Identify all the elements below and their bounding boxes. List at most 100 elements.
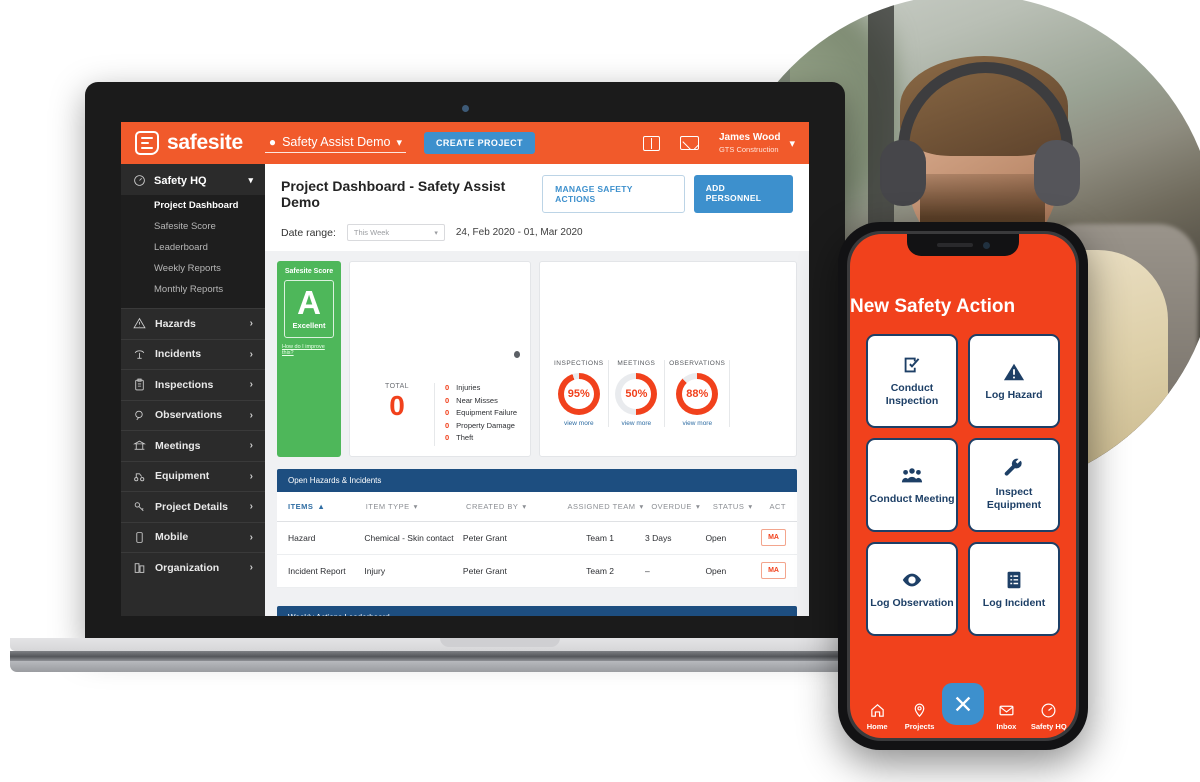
date-range-select[interactable]: This Week ▾ <box>346 224 445 241</box>
add-personnel-button[interactable]: ADD PERSONNEL <box>693 175 793 213</box>
sidebar-label: Observations <box>155 409 223 422</box>
leaderboard-panel: Weekly Actions Leaderboard View Full Lis… <box>277 605 797 616</box>
row-action-button[interactable]: MA <box>761 562 786 579</box>
main-content: Project Dashboard - Safety Assist Demo M… <box>265 164 809 616</box>
column-header-assigned-team[interactable]: ASSIGNED TEAM ▾ <box>560 502 651 511</box>
chevron-right-icon: › <box>249 440 253 452</box>
cell-overdue: – <box>645 565 650 576</box>
cell-status: Open <box>705 565 727 576</box>
leaderboard-title: Weekly Actions Leaderboard <box>277 605 797 616</box>
column-header-overdue[interactable]: OVERDUE ▾ <box>651 502 713 511</box>
view-more-link[interactable]: view more <box>554 420 604 427</box>
progress-ring: 50% <box>615 373 658 415</box>
summary-cards: Safesite Score A Excellent How do I impr… <box>265 251 809 457</box>
tile-label: Conduct Inspection <box>885 382 939 407</box>
sidebar-item-hazards[interactable]: Hazards › <box>121 308 265 339</box>
sidebar-item-meetings[interactable]: Meetings › <box>121 430 265 461</box>
check-square-icon <box>901 354 923 376</box>
nav-label: Inbox <box>996 722 1017 731</box>
view-more-link[interactable]: view more <box>669 420 725 427</box>
sidebar-label: Meetings <box>155 439 201 452</box>
close-action-button[interactable] <box>941 683 984 725</box>
column-header-item-type[interactable]: ITEM TYPE ▾ <box>366 502 466 511</box>
sidebar-item-equipment[interactable]: Equipment › <box>121 460 265 492</box>
mail-icon <box>986 701 1026 720</box>
table-row[interactable]: Hazard Chemical - Skin contact Peter Gra… <box>277 522 797 555</box>
cell-type: Injury <box>364 565 386 576</box>
sidebar-item-leaderboard[interactable]: Leaderboard <box>121 237 265 258</box>
info-icon[interactable] <box>513 350 520 358</box>
chevron-right-icon: › <box>249 379 253 391</box>
chevron-down-icon: ▾ <box>789 137 795 150</box>
sidebar-item-observations[interactable]: Observations › <box>121 399 265 431</box>
sidebar-item-organization[interactable]: Organization › <box>121 552 265 583</box>
score-improve-link[interactable]: How do I improve this? <box>282 344 336 356</box>
phone-device: New Safety Action Conduct Inspection Log… <box>838 222 1088 750</box>
safety-action-grid: Conduct Inspection Log Hazard Conduct Me… <box>850 318 1076 636</box>
nav-item-inbox[interactable]: Inbox <box>986 701 1026 731</box>
incident-label: Property Damage <box>456 420 515 430</box>
incident-summary-card: Incident Summary TOTAL 0 0 Injuries 0 Ne… <box>349 261 531 457</box>
nav-item-safety-hq[interactable]: Safety HQ <box>1029 701 1069 731</box>
column-header-items[interactable]: ITEMS ▲ <box>288 502 366 511</box>
create-project-button[interactable]: CREATE PROJECT <box>423 132 535 154</box>
cell-status: Open <box>705 532 727 543</box>
column-header-status[interactable]: STATUS ▾ <box>713 502 770 511</box>
manage-safety-actions-button[interactable]: MANAGE SAFETY ACTIONS <box>542 175 685 213</box>
sidebar-item-safesite-score[interactable]: Safesite Score <box>121 216 265 237</box>
warning-triangle-icon <box>133 317 146 330</box>
brand-logo[interactable]: safesite <box>135 131 243 155</box>
column-header-actions[interactable]: ACT <box>769 502 786 511</box>
sidebar-item-inspections[interactable]: Inspections › <box>121 369 265 400</box>
date-range-select-value: This Week <box>353 228 390 237</box>
nav-item-projects[interactable]: Projects <box>900 701 940 731</box>
safesite-score-card[interactable]: Safesite Score A Excellent How do I impr… <box>277 261 341 457</box>
view-more-link[interactable]: view more <box>613 420 661 427</box>
chevron-right-icon: › <box>249 531 253 543</box>
mail-icon[interactable] <box>679 136 699 150</box>
metric-value: 88% <box>686 388 709 400</box>
sidebar-label: Inspections <box>155 378 214 391</box>
tile-conduct-inspection[interactable]: Conduct Inspection <box>866 334 958 428</box>
sidebar-item-incidents[interactable]: Incidents › <box>121 338 265 370</box>
table-row[interactable]: Incident Report Injury Peter Grant Team … <box>277 555 797 588</box>
nav-item-home[interactable]: Home <box>857 701 897 731</box>
nav-label: Projects <box>904 722 935 731</box>
column-header-created-by[interactable]: CREATED BY ▾ <box>466 502 560 511</box>
user-name: James Wood <box>718 132 781 144</box>
cell-team: Team 1 <box>586 532 615 543</box>
sidebar-item-project-details[interactable]: Project Details › <box>121 491 265 522</box>
user-menu[interactable]: James Wood GTS Construction ▾ <box>719 132 795 154</box>
sidebar-item-project-dashboard[interactable]: Project Dashboard <box>121 195 265 216</box>
tile-conduct-meeting[interactable]: Conduct Meeting <box>866 438 958 532</box>
incident-breakdown-list: 0 Injuries 0 Near Misses 0 Equipment Failur… <box>434 383 520 446</box>
project-selector-value: Safety Assist Demo <box>282 135 391 149</box>
tile-inspect-equipment[interactable]: Inspect Equipment <box>968 438 1060 532</box>
tile-log-observation[interactable]: Log Observation <box>866 542 958 636</box>
tile-label: Inspect Equipment <box>986 486 1042 511</box>
sidebar-item-weekly-reports[interactable]: Weekly Reports <box>121 258 265 279</box>
sidebar-item-monthly-reports[interactable]: Monthly Reports <box>121 279 265 300</box>
sidebar-item-mobile[interactable]: Mobile › <box>121 521 265 553</box>
speaker-icon <box>936 243 973 247</box>
phone-notch <box>907 234 1019 256</box>
tile-label: Conduct Meeting <box>869 492 955 505</box>
row-action-button[interactable]: MA <box>761 529 786 546</box>
sidebar-label: Equipment <box>155 470 210 483</box>
list-item: 0 Property Damage <box>445 421 520 430</box>
book-icon[interactable] <box>642 135 660 151</box>
list-item: 0 Near Misses <box>445 396 520 405</box>
sidebar-label: Organization <box>155 561 220 574</box>
project-selector[interactable]: ●︎ Safety Assist Demo ▾ <box>264 133 406 153</box>
laptop-device: safesite ●︎ Safety Assist Demo ▾ CREATE … <box>85 82 845 642</box>
incident-summary-title: Incident Summary <box>391 332 479 375</box>
sidebar-item-safety-hq[interactable]: Safety HQ ▾ <box>121 164 265 195</box>
tile-log-hazard[interactable]: Log Hazard <box>968 334 1060 428</box>
cell-created-by: Peter Grant <box>462 532 507 543</box>
gauge-icon <box>133 174 146 187</box>
front-camera-icon <box>982 241 990 249</box>
close-x-icon <box>955 696 971 712</box>
clipboard-icon <box>133 378 146 391</box>
tile-log-incident[interactable]: Log Incident <box>968 542 1060 636</box>
warning-triangle-icon <box>1003 361 1025 383</box>
